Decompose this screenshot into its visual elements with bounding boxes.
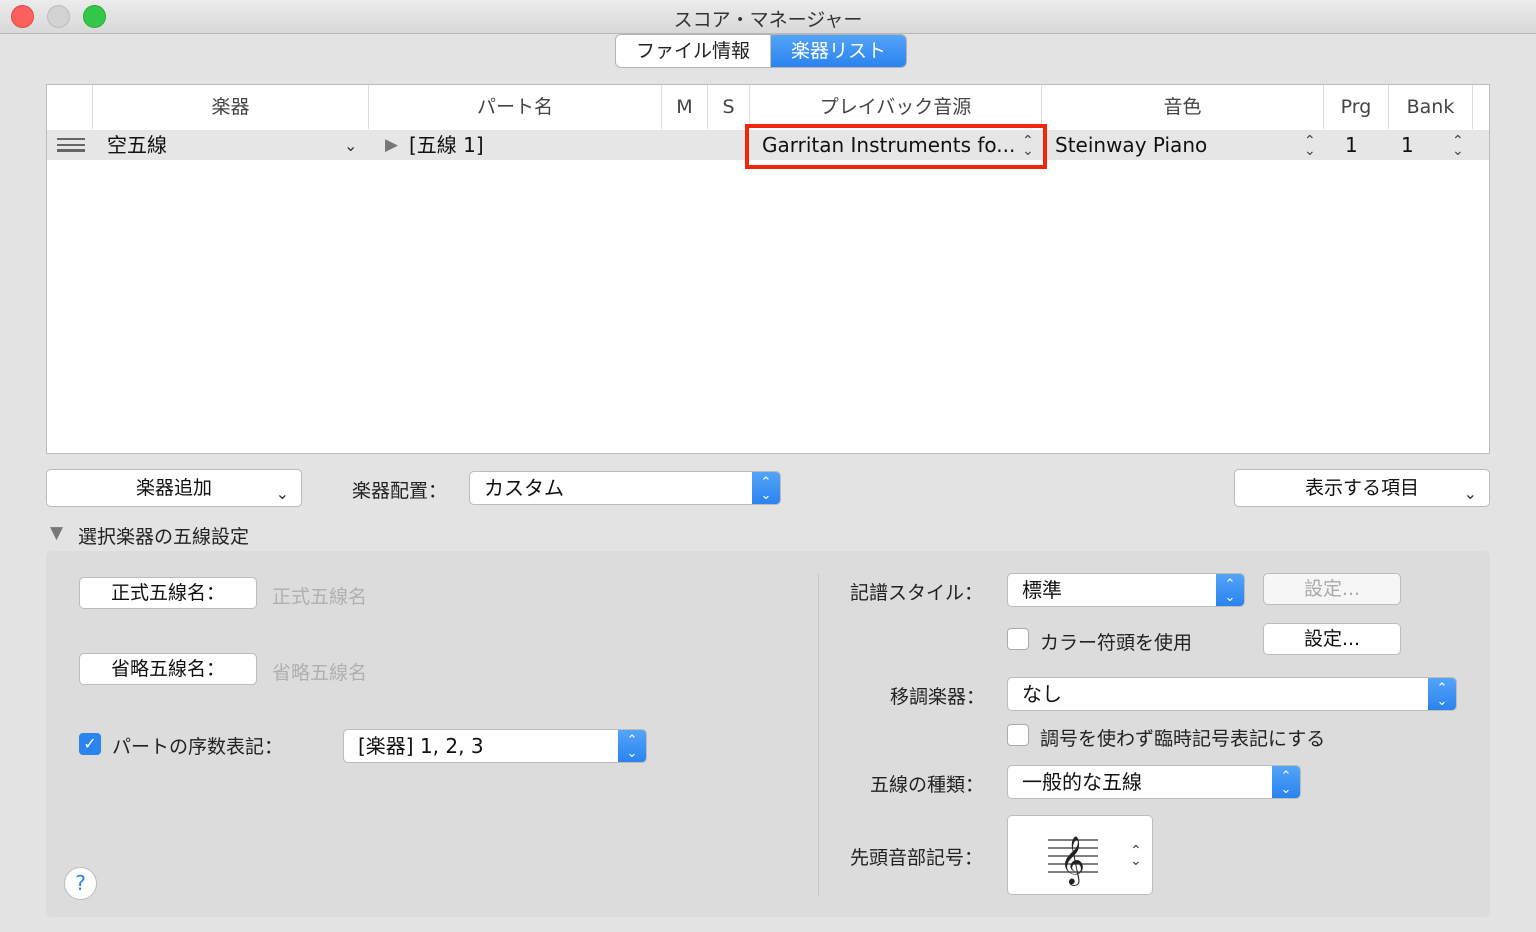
transpose-value: なし [1022,682,1062,706]
part-name-cell[interactable]: [五線 1] [409,130,484,160]
popup-arrows-icon: ⌃ ⌄ [752,472,780,504]
help-button[interactable]: ? [64,867,97,900]
treble-clef-icon: 𝄞 [1048,835,1098,886]
ordinal-checkbox[interactable]: ✓ [79,733,101,755]
highlight-box [745,124,1047,169]
arrange-label: 楽器配置： [352,480,448,502]
arrange-popup[interactable]: カスタム ⌃ ⌄ [469,471,781,505]
col-part-name[interactable]: パート名 [369,85,662,129]
color-notes-label: カラー符頭を使用 [1040,632,1193,654]
notation-style-value: 標準 [1022,578,1062,602]
section-title: 選択楽器の五線設定 [78,526,250,548]
sound-cell[interactable]: Steinway Piano [1055,130,1207,160]
prg-cell[interactable]: 1 [1345,130,1358,160]
staff-type-value: 一般的な五線 [1022,770,1142,794]
instrument-table: 楽器 パート名 M S プレイバック音源 音色 Prg Bank 空五線 ⌄ ▶… [46,84,1490,454]
svg-text:𝄞: 𝄞 [1060,835,1085,886]
staff-type-popup[interactable]: 一般的な五線 ⌃ ⌄ [1007,765,1301,799]
notation-settings-button[interactable]: 設定... [1263,573,1401,605]
accidentals-label: 調号を使わず臨時記号表記にする [1040,728,1326,750]
full-name-field[interactable]: 正式五線名 [272,582,367,609]
add-instrument-button[interactable]: 楽器追加 ⌄ [46,469,302,507]
sound-stepper-icon[interactable]: ⌃ ⌄ [1304,134,1316,158]
clef-stepper-icon: ⌃ ⌄ [1130,843,1142,869]
show-items-label: 表示する項目 [1304,477,1419,499]
ordinal-popup[interactable]: [楽器] 1, 2, 3 ⌃ ⌄ [343,729,647,763]
color-settings-button[interactable]: 設定... [1263,623,1401,655]
accidentals-checkbox[interactable] [1007,724,1029,746]
popup-arrows-icon: ⌃ ⌄ [618,730,646,762]
transpose-label: 移調楽器： [890,686,986,708]
col-playback[interactable]: プレイバック音源 [750,85,1042,129]
tab-file-info[interactable]: ファイル情報 [616,35,772,67]
clef-label: 先頭音部記号： [850,847,984,869]
color-notes-checkbox[interactable] [1007,628,1029,650]
bank-cell[interactable]: 1 [1401,130,1414,160]
arrange-value: カスタム [484,476,564,500]
popup-arrows-icon: ⌃ ⌄ [1272,766,1300,798]
notation-style-popup[interactable]: 標準 ⌃ ⌄ [1007,573,1245,607]
title-bar: スコア・マネージャー [0,0,1536,34]
tab-instrument-list[interactable]: 楽器リスト [771,35,907,67]
col-sound[interactable]: 音色 [1042,85,1324,129]
disclosure-triangle-icon[interactable]: ▼ [50,523,63,543]
staff-type-label: 五線の種類： [870,774,985,796]
chevron-down-icon[interactable]: ⌄ [344,136,357,155]
chevron-down-icon: ⌄ [1463,484,1477,503]
notation-style-label: 記譜スタイル： [850,582,984,604]
col-instrument[interactable]: 楽器 [93,85,369,129]
disclosure-triangle-icon[interactable]: ▶ [385,130,398,160]
col-solo[interactable]: S [708,85,750,129]
popup-arrows-icon: ⌃ ⌄ [1428,678,1456,710]
ordinal-value: [楽器] 1, 2, 3 [358,734,484,758]
panel-divider [818,574,819,896]
show-items-button[interactable]: 表示する項目 ⌄ [1234,469,1490,507]
instrument-cell[interactable]: 空五線 [107,130,167,160]
bank-stepper-icon[interactable]: ⌃ ⌄ [1452,134,1464,158]
drag-handle-icon[interactable] [57,138,85,152]
full-name-button[interactable]: 正式五線名： [79,577,257,609]
chevron-down-icon: ⌄ [275,484,289,503]
col-bank[interactable]: Bank [1389,85,1473,129]
popup-arrows-icon: ⌃ ⌄ [1216,574,1244,606]
clef-selector[interactable]: 𝄞 ⌃ ⌄ [1007,815,1153,895]
table-header: 楽器 パート名 M S プレイバック音源 音色 Prg Bank [47,85,1489,129]
col-prg[interactable]: Prg [1324,85,1389,129]
add-instrument-label: 楽器追加 [135,477,212,499]
tab-bar: ファイル情報 楽器リスト [615,34,908,68]
window-title: スコア・マネージャー [673,9,863,31]
transpose-popup[interactable]: なし ⌃ ⌄ [1007,677,1457,711]
col-mute[interactable]: M [662,85,708,129]
handle-column-header [47,85,93,129]
short-name-button[interactable]: 省略五線名： [79,653,257,685]
ordinal-label: パートの序数表記： [112,736,284,758]
short-name-field[interactable]: 省略五線名 [272,658,367,685]
